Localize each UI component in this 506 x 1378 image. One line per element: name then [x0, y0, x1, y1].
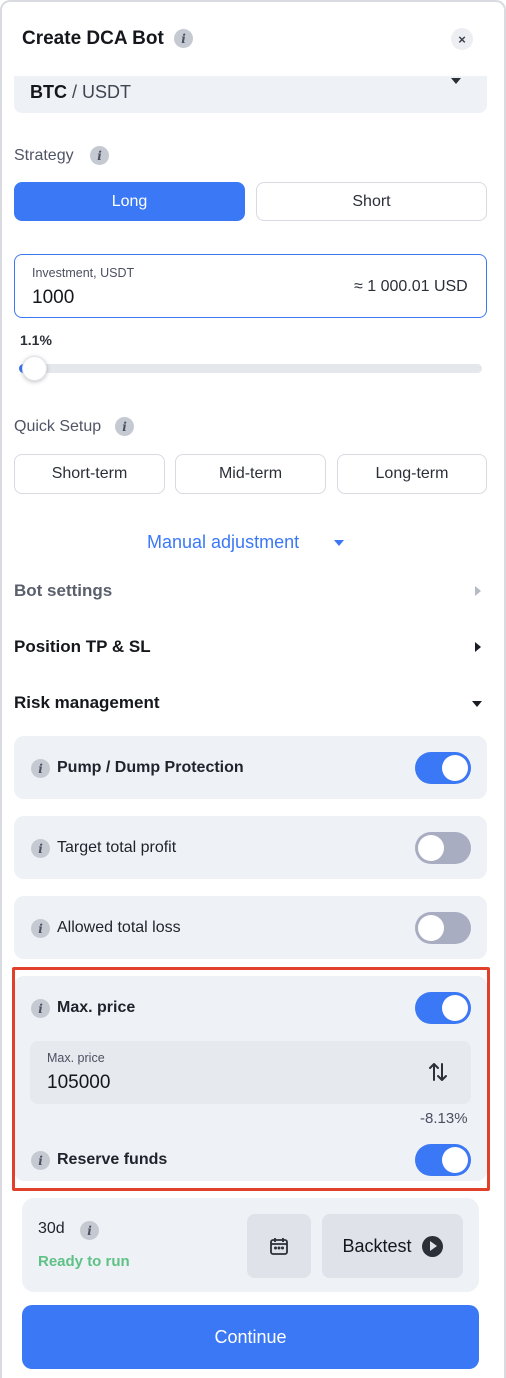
play-icon	[421, 1235, 443, 1257]
highlight-box	[12, 967, 490, 1191]
investment-usd-equivalent: ≈ 1 000.01 USD	[354, 278, 468, 295]
caret-down-icon[interactable]	[451, 78, 461, 84]
section-risk-management[interactable]: Risk management	[14, 693, 160, 713]
quick-setup-mid-term-button[interactable]: Mid-term	[175, 454, 326, 494]
slider-percent-label: 1.1%	[20, 332, 52, 348]
strategy-label: Strategy	[14, 147, 74, 164]
pair-label: BTC / USDT	[30, 82, 131, 103]
chevron-down-icon[interactable]	[472, 701, 482, 707]
backtest-button[interactable]: Backtest	[322, 1214, 463, 1278]
backtest-period: 30d	[38, 1220, 65, 1237]
section-bot-settings[interactable]: Bot settings	[14, 581, 112, 601]
strategy-short-button[interactable]: Short	[256, 182, 487, 221]
pump-dump-label: Pump / Dump Protection	[57, 759, 244, 776]
allowed-loss-label: Allowed total loss	[57, 919, 181, 936]
manual-adjustment-toggle[interactable]: Manual adjustment	[147, 532, 299, 553]
quick-setup-label: Quick Setup	[14, 418, 102, 435]
toggle-knob	[442, 755, 468, 781]
investment-value[interactable]: 1000	[32, 287, 74, 309]
info-icon[interactable]: i	[174, 29, 193, 48]
pair-quote: USDT	[82, 82, 132, 102]
section-position-tp-sl[interactable]: Position TP & SL	[14, 637, 151, 657]
strategy-long-button[interactable]: Long	[14, 182, 245, 221]
target-profit-toggle[interactable]	[415, 832, 471, 864]
calendar-button[interactable]	[247, 1214, 311, 1278]
chevron-right-icon[interactable]	[475, 642, 481, 652]
modal-title: Create DCA Bot	[22, 28, 164, 49]
pump-dump-toggle[interactable]	[415, 752, 471, 784]
info-icon[interactable]: i	[31, 839, 50, 858]
close-button[interactable]: ×	[451, 28, 473, 50]
investment-slider-track[interactable]	[19, 364, 482, 373]
pair-base: BTC	[30, 82, 67, 102]
allowed-loss-toggle[interactable]	[415, 912, 471, 944]
info-icon[interactable]: i	[115, 417, 134, 436]
investment-label: Investment, USDT	[32, 266, 135, 280]
quick-setup-short-term-button[interactable]: Short-term	[14, 454, 165, 494]
info-icon[interactable]: i	[80, 1221, 99, 1240]
backtest-button-label: Backtest	[342, 1235, 412, 1256]
toggle-knob	[418, 915, 444, 941]
target-profit-label: Target total profit	[57, 839, 177, 856]
calendar-icon	[270, 1238, 288, 1255]
investment-slider-thumb[interactable]	[22, 356, 47, 381]
continue-button[interactable]: Continue	[22, 1305, 479, 1369]
close-icon: ×	[458, 31, 466, 47]
backtest-status: Ready to run	[38, 1253, 130, 1270]
caret-down-icon[interactable]	[334, 540, 344, 546]
info-icon[interactable]: i	[31, 759, 50, 778]
pair-separator: /	[67, 82, 83, 102]
toggle-knob	[418, 835, 444, 861]
quick-setup-long-term-button[interactable]: Long-term	[337, 454, 487, 494]
chevron-right-icon[interactable]	[475, 586, 481, 596]
info-icon[interactable]: i	[90, 146, 109, 165]
info-icon[interactable]: i	[31, 919, 50, 938]
